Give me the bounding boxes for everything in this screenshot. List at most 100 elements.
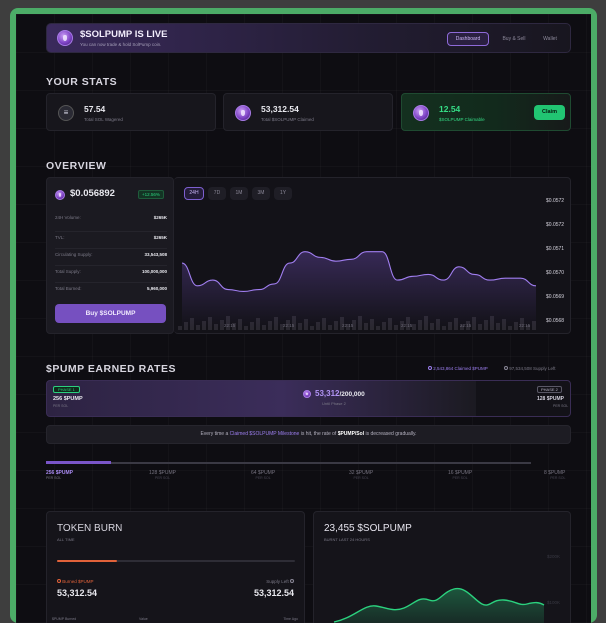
tier-4: 16 $PUMP PER SOL bbox=[448, 470, 472, 480]
stat-label: Total SOL Wagered bbox=[84, 117, 123, 122]
supply-left-label-text: Supply Left bbox=[266, 579, 289, 584]
phase2-rate: 128 $PUMP bbox=[537, 396, 564, 402]
x-tick-label: 22:15 bbox=[283, 323, 295, 328]
info-text-mid: is hit, the rate of bbox=[299, 431, 338, 437]
pump-per-sol-text: $PUMP/Sol bbox=[337, 431, 365, 437]
tier-3: 32 $PUMP PER SOL bbox=[349, 470, 373, 480]
price-value: $0.056892 bbox=[70, 188, 115, 199]
token-burn-title: TOKEN BURN bbox=[57, 523, 123, 534]
token-burn-card: TOKEN BURN ALL TIME Burned $PUMP 53,312.… bbox=[46, 511, 305, 623]
price-change-badge: +12.56% bbox=[138, 190, 164, 199]
token-burn-subtitle: ALL TIME bbox=[57, 537, 75, 542]
price-chart-panel: 24H 7D 1M 3M 1Y $0.0572 $0.0572 $0.0571 $0.… bbox=[174, 177, 571, 334]
stat-row: TVL: $265K bbox=[55, 232, 167, 249]
milestone-link[interactable]: Claimed $SOLPUMP Milestone bbox=[230, 431, 300, 437]
tier-unit: PER SOL bbox=[353, 476, 369, 480]
stat-value: 12.54 bbox=[439, 104, 461, 114]
nav-wallet[interactable]: Wallet bbox=[537, 32, 563, 46]
burned-label-text: Burned $PUMP bbox=[62, 579, 94, 584]
stat-value: 57.54 bbox=[84, 104, 106, 114]
stat-card-claimed: 53,312.54 Total $SOLPUMP Claimed bbox=[223, 93, 393, 131]
stat-row-label: 24H Volume: bbox=[55, 215, 81, 220]
overview-stats-list: 24H Volume: $265K TVL: $265K Circulating S… bbox=[55, 215, 167, 300]
phase2-badge: PHASE 2 bbox=[537, 386, 562, 393]
claimed-pump-text: 2,543,864 Claimed $PUMP bbox=[433, 366, 488, 371]
stat-row-label: Circulating Supply: bbox=[55, 252, 93, 257]
burned-label: Burned $PUMP bbox=[57, 579, 94, 584]
stat-row-value: $265K bbox=[153, 235, 167, 240]
y-tick-label: $0.0572 bbox=[546, 198, 564, 204]
tier-5: 8 $PUMP PER SOL bbox=[544, 470, 565, 480]
y-tick-label: $0.0571 bbox=[546, 246, 564, 252]
solpump-coin-icon bbox=[55, 190, 65, 200]
nav-dashboard[interactable]: Dashboard bbox=[447, 32, 489, 46]
solpump-coin-icon bbox=[235, 105, 251, 121]
phase2-unit: PER SOL bbox=[553, 404, 569, 408]
tier-track bbox=[46, 462, 531, 464]
y-tick-label: $0.0569 bbox=[546, 294, 564, 300]
stat-row: Total Burned: 5,960,000 bbox=[55, 283, 167, 300]
stat-row: Circulating Supply: 33,543,508 bbox=[55, 249, 167, 266]
price-panel: $0.056892 +12.56% 24H Volume: $265K TVL: $… bbox=[46, 177, 174, 334]
burn-area-fill bbox=[334, 588, 544, 623]
burned-value: 53,312.54 bbox=[57, 588, 98, 598]
tier-unit: PER SOL bbox=[550, 476, 566, 480]
phase1-badge: PHASE 1 bbox=[53, 386, 80, 393]
solpump-coin-icon bbox=[413, 105, 429, 121]
y-tick-label: $0.0570 bbox=[546, 270, 564, 276]
supply-dot-icon bbox=[290, 579, 294, 583]
phase1-rate: 256 $PUMP bbox=[53, 396, 83, 402]
burn-progress-fill bbox=[57, 560, 117, 562]
stat-row-value: $265K bbox=[153, 215, 167, 220]
progress-total: /200,000 bbox=[339, 391, 365, 398]
info-text-post: is decreased gradually. bbox=[364, 431, 417, 437]
x-tick-label: 22:15 bbox=[519, 323, 531, 328]
col-pump-burned: $PUMP Burned bbox=[52, 617, 77, 621]
supply-left-label: Supply Left bbox=[266, 579, 294, 584]
tier-1: 128 $PUMP PER SOL bbox=[149, 470, 176, 480]
col-time-ago: Time Ago bbox=[283, 617, 298, 621]
banner-subtitle: You can now trade & hold SolPump coin. bbox=[80, 42, 162, 47]
purple-dot-icon bbox=[428, 366, 432, 370]
buy-solpump-button[interactable]: Buy $SOLPUMP bbox=[55, 304, 166, 323]
x-tick-label: 22:15 bbox=[224, 323, 236, 328]
tier-unit: PER SOL bbox=[452, 476, 468, 480]
x-tick-label: 22:15 bbox=[342, 323, 354, 328]
price-line-chart: $0.0572 $0.0572 $0.0571 $0.0570 $0.0569 $0.05… bbox=[178, 198, 564, 330]
stat-value: 53,312.54 bbox=[261, 104, 299, 114]
rate-info-bar: Every time a Claimed $SOLPUMP Milestone … bbox=[46, 425, 571, 444]
top-banner: $SOLPUMP IS LIVE You can now trade & hol… bbox=[46, 23, 571, 53]
gray-dot-icon bbox=[504, 366, 508, 370]
stat-row-value: 33,543,508 bbox=[144, 252, 167, 257]
phase-progress-bar: PHASE 1 256 $PUMP PER SOL 53,312/200,000… bbox=[46, 380, 571, 417]
claim-button[interactable]: Claim bbox=[534, 105, 565, 120]
tier-0: 256 $PUMP PER SOL bbox=[46, 470, 73, 480]
y-tick-label: $0.0572 bbox=[546, 222, 564, 228]
app-window: $SOLPUMP IS LIVE You can now trade & hol… bbox=[16, 14, 591, 623]
stat-row-value: 5,960,000 bbox=[146, 286, 167, 291]
tier-unit: PER SOL bbox=[46, 476, 62, 480]
stat-row: 24H Volume: $265K bbox=[55, 215, 167, 232]
progress-current: 53,312 bbox=[315, 389, 340, 398]
stat-card-wagered: ≡ 57.54 Total SOL Wagered bbox=[46, 93, 216, 131]
phase1-unit: PER SOL bbox=[53, 404, 69, 408]
stats-heading: YOUR STATS bbox=[46, 76, 118, 88]
stat-row: Total Supply: 100,000,000 bbox=[55, 266, 167, 283]
supply-left-text: 97,534,508 Supply Left bbox=[509, 366, 556, 371]
tier-track-fill bbox=[46, 461, 111, 464]
tier-unit: PER SOL bbox=[255, 476, 271, 480]
supply-left-value: 53,312.54 bbox=[253, 588, 294, 598]
tier-unit: PER SOL bbox=[154, 476, 171, 480]
overview-heading: OVERVIEW bbox=[46, 160, 107, 172]
volume-bar bbox=[178, 326, 182, 330]
sol-icon: ≡ bbox=[58, 105, 74, 121]
stat-row-value: 100,000,000 bbox=[141, 269, 167, 274]
stat-row-label: Total Burned: bbox=[55, 286, 82, 291]
col-value: Value bbox=[139, 617, 148, 621]
nav-buy-sell[interactable]: Buy & Sell bbox=[495, 32, 533, 46]
stat-label: Total $SOLPUMP Claimed bbox=[261, 117, 314, 122]
solpump-coin-icon bbox=[303, 390, 311, 398]
stat-row-label: TVL: bbox=[55, 235, 65, 240]
tier-2: 64 $PUMP PER SOL bbox=[251, 470, 275, 480]
burn-area-chart bbox=[333, 587, 545, 623]
